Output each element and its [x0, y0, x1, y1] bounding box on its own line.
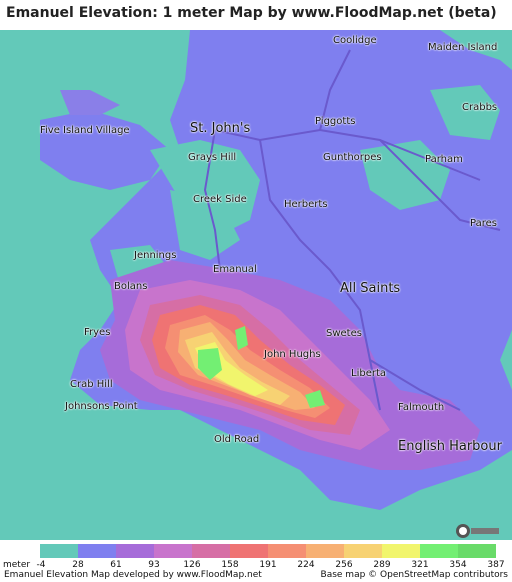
elevation-map-canvas [0, 30, 512, 540]
footer-basemap-credit: Base map © OpenStreetMap contributors [320, 570, 508, 580]
legend-swatch [230, 544, 268, 558]
legend-tick-label: 321 [411, 560, 429, 570]
legend-tick-label: 126 [183, 560, 201, 570]
legend-swatch [78, 544, 116, 558]
legend-swatch [268, 544, 306, 558]
elevation-legend: meter 28 61 93 126 158 191 224 256 289 321 354 387-… [0, 540, 512, 582]
place-label: English Harbour [398, 439, 502, 454]
legend-swatch [420, 544, 458, 558]
legend-swatch [116, 544, 154, 558]
legend-tick-label: 28 [72, 560, 84, 570]
place-label: Emanual [213, 264, 257, 275]
place-label: St. John's [190, 121, 251, 136]
legend-swatch [344, 544, 382, 558]
legend-swatch [154, 544, 192, 558]
place-label: John Hughs [264, 349, 321, 360]
legend-color-bar [40, 544, 496, 558]
place-label: Creek Side [193, 194, 247, 205]
place-label: Fryes [84, 327, 111, 338]
legend-tick-label: 158 [221, 560, 239, 570]
legend-tick-label: 387 [487, 560, 505, 570]
place-label: Parham [425, 154, 463, 165]
place-label: Piggotts [315, 116, 356, 127]
legend-swatch [458, 544, 496, 558]
legend-swatch [192, 544, 230, 558]
place-label: Falmouth [398, 402, 445, 413]
legend-tick-label: -4 [36, 560, 46, 570]
place-label: Crab Hill [70, 379, 113, 390]
legend-tick-label: 93 [148, 560, 160, 570]
place-label: Swetes [326, 328, 362, 339]
place-label: Herberts [284, 199, 328, 210]
place-label: Coolidge [333, 35, 377, 46]
openstreetmap-logo [455, 523, 501, 539]
place-label: Grays Hill [188, 152, 237, 163]
map-title: Emanuel Elevation: 1 meter Map by www.Fl… [6, 5, 497, 21]
place-label: Crabbs [462, 102, 498, 113]
place-label: Gunthorpes [323, 152, 382, 163]
legend-tick-label: 354 [449, 560, 467, 570]
place-label: Johnsons Point [65, 401, 138, 412]
place-label: Pares [470, 218, 497, 229]
legend-tick-label: 191 [259, 560, 277, 570]
place-label: Maiden Island [428, 42, 498, 53]
place-label: All Saints [340, 281, 401, 296]
title-bar: Emanuel Elevation: 1 meter Map by www.Fl… [0, 0, 512, 30]
place-label: Liberta [351, 368, 387, 379]
legend-tick-label: 61 [110, 560, 122, 570]
place-label: Bolans [114, 281, 148, 292]
legend-swatch [40, 544, 78, 558]
legend-tick-label: 289 [373, 560, 391, 570]
legend-tick-label: 224 [297, 560, 315, 570]
place-label: Old Road [214, 434, 260, 445]
legend-swatch [382, 544, 420, 558]
place-label: Five Island Village [40, 125, 130, 136]
elevation-map[interactable]: Coolidge Maiden Island Crabbs St. John's… [0, 30, 512, 540]
place-label: Jennings [134, 250, 177, 261]
legend-swatch [306, 544, 344, 558]
legend-tick-label: 256 [335, 560, 353, 570]
footer-credit: Emanuel Elevation Map developed by www.F… [4, 570, 262, 580]
